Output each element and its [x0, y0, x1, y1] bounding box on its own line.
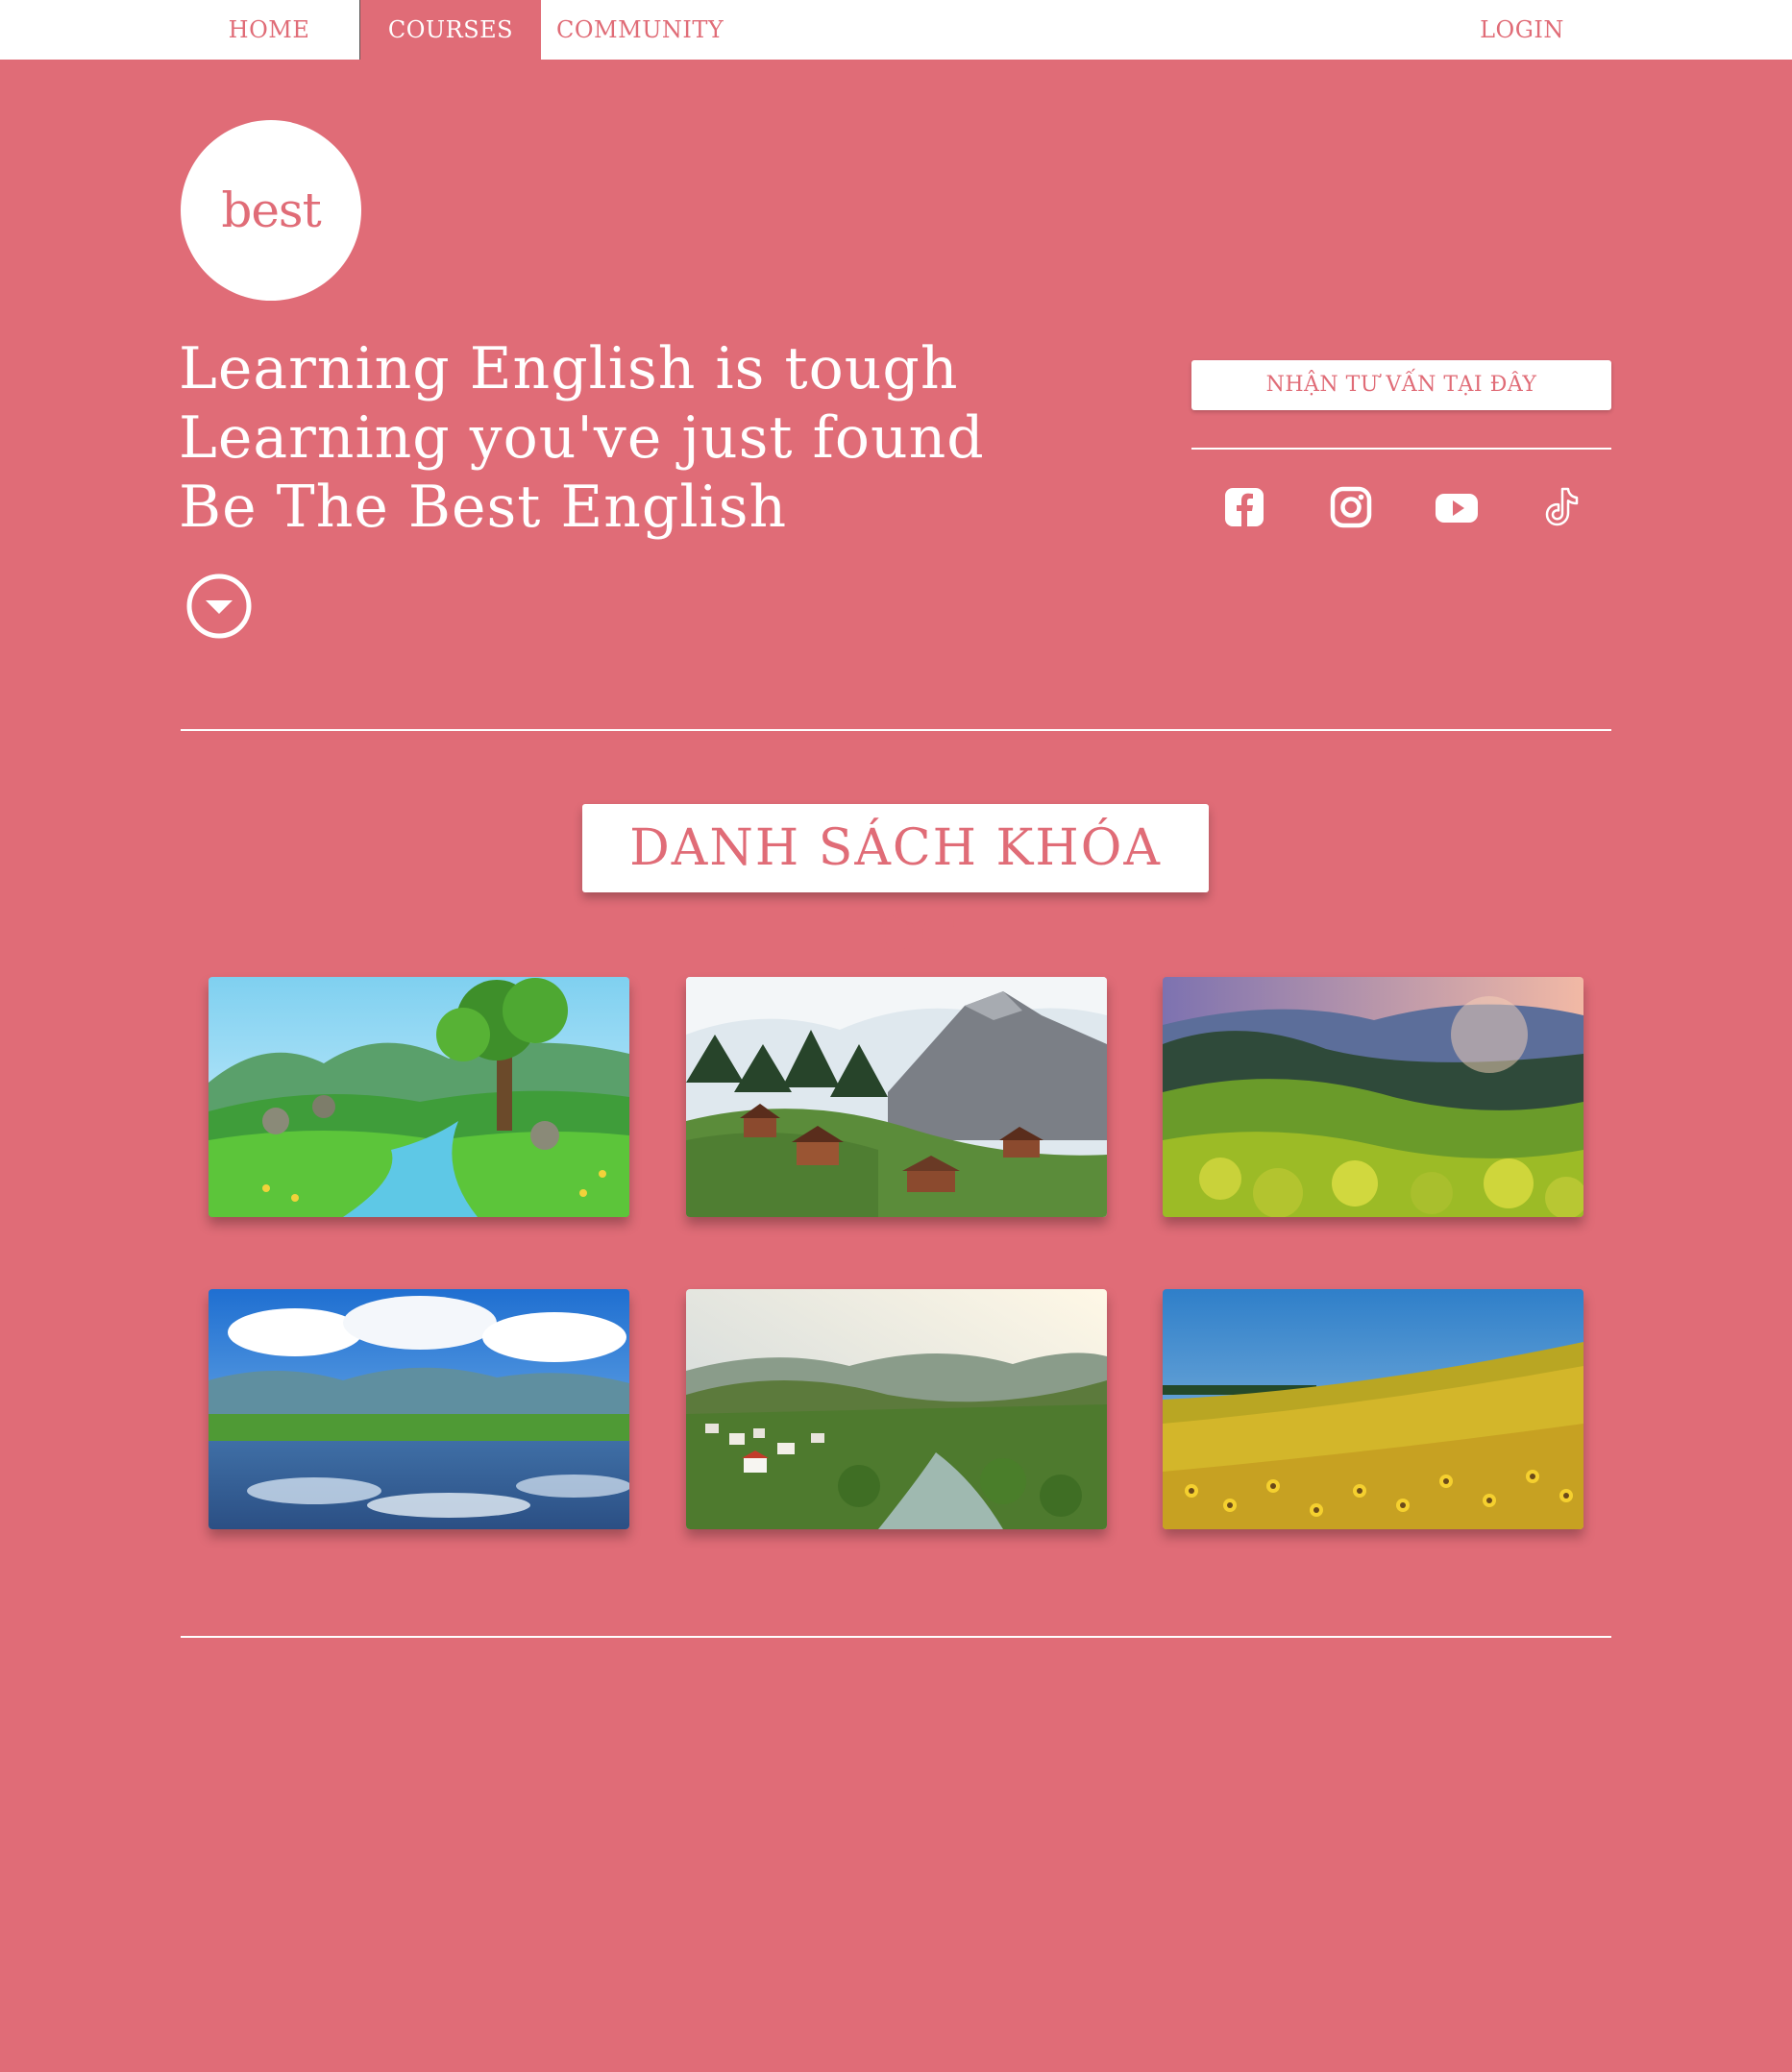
- top-navigation: HOME COURSES COMMUNITY LOGIN: [0, 0, 1792, 60]
- nav-login[interactable]: LOGIN: [1432, 0, 1612, 60]
- hero-line-2: Learning you've just found: [179, 404, 985, 472]
- section-divider-top: [181, 729, 1611, 731]
- nav-community[interactable]: COMMUNITY: [540, 0, 724, 60]
- hero-heading: Learning English is tough Learning you'v…: [179, 334, 1043, 542]
- consult-divider: [1191, 448, 1611, 450]
- course-card-2[interactable]: [686, 977, 1107, 1217]
- hero-line-1: Learning English is tough: [179, 335, 959, 402]
- logo-text: best: [221, 183, 321, 238]
- course-card-5[interactable]: [686, 1289, 1107, 1529]
- hero-line-3: Be The Best English: [179, 474, 788, 541]
- section-divider-bottom: [181, 1636, 1611, 1638]
- scroll-down-icon[interactable]: [186, 573, 252, 639]
- nav-home[interactable]: HOME: [179, 0, 359, 60]
- course-image-lake-reflection: [209, 1289, 629, 1529]
- course-card-1[interactable]: [209, 977, 629, 1217]
- course-card-6[interactable]: [1163, 1289, 1583, 1529]
- course-card-4[interactable]: [209, 1289, 629, 1529]
- course-card-3[interactable]: [1163, 977, 1583, 1217]
- youtube-icon[interactable]: [1435, 485, 1479, 529]
- site-logo[interactable]: best: [181, 120, 361, 301]
- course-image-sunlit-hills: [1163, 977, 1583, 1217]
- course-image-sunflower-field: [1163, 1289, 1583, 1529]
- course-image-valley-town: [686, 1289, 1107, 1529]
- tiktok-icon[interactable]: [1539, 485, 1583, 529]
- consult-button[interactable]: NHẬN TƯ VẤN TẠI ĐÂY: [1191, 360, 1611, 410]
- facebook-icon[interactable]: [1222, 485, 1266, 529]
- instagram-icon[interactable]: [1329, 485, 1373, 529]
- nav-courses[interactable]: COURSES: [359, 0, 541, 60]
- course-image-meadow: [209, 977, 629, 1217]
- courses-section-title: DANH SÁCH KHÓA HỌC: [582, 804, 1209, 965]
- course-image-alpine-village: [686, 977, 1107, 1217]
